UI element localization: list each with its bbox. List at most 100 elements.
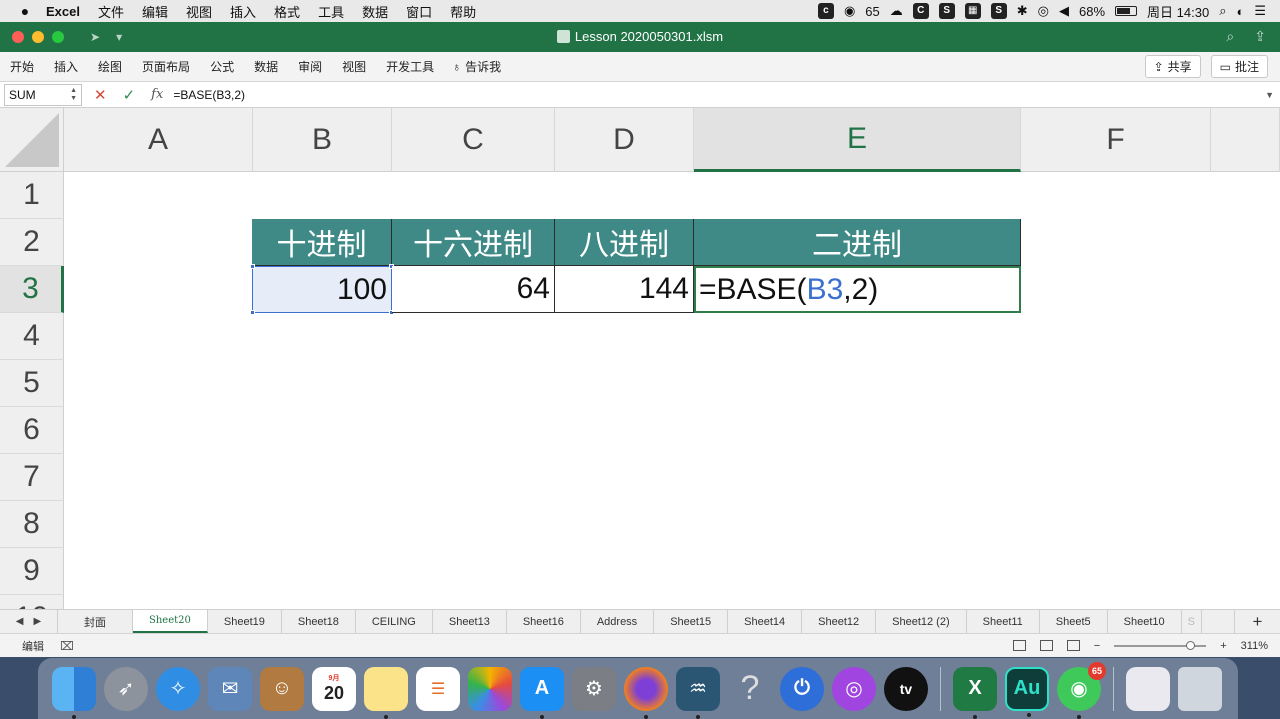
column-header-c[interactable]: C [392, 108, 555, 172]
column-header-e[interactable]: E [694, 108, 1021, 172]
select-all-corner[interactable] [0, 108, 64, 172]
sheet-tab-sheet14[interactable]: Sheet14 [728, 610, 803, 633]
tab-formulas[interactable]: 公式 [200, 58, 244, 75]
menubar-s-icon[interactable]: S [938, 3, 955, 19]
cell-b3[interactable]: 100 [252, 266, 392, 313]
column-header-a[interactable]: A [64, 108, 253, 172]
siri-icon[interactable]: ◐ [1236, 4, 1244, 19]
row-header-7[interactable]: 7 [0, 454, 64, 501]
insert-function-icon[interactable]: fx [151, 87, 163, 102]
confirm-formula-icon[interactable]: ✓ [123, 86, 136, 104]
sheet-tab-sheet12[interactable]: Sheet12 [802, 610, 877, 633]
menu-file[interactable]: 文件 [89, 2, 133, 21]
sheet-tab-truncated[interactable]: S [1182, 610, 1202, 633]
wifi-icon[interactable]: ◎ [1038, 3, 1049, 19]
tab-draw[interactable]: 绘图 [88, 58, 132, 75]
wechat-menubar-icon[interactable]: ◉ [844, 3, 855, 19]
zoom-in-button[interactable]: + [1220, 640, 1226, 652]
row-header-5[interactable]: 5 [0, 360, 64, 407]
time-app-icon[interactable]: ⏻ [780, 666, 824, 711]
spotlight-search-icon[interactable]: ⌕ [1219, 3, 1226, 19]
menu-edit[interactable]: 编辑 [133, 2, 177, 21]
sheet-tab-sheet15[interactable]: Sheet15 [654, 610, 729, 633]
search-icon[interactable]: ⌕ [1226, 28, 1234, 45]
tab-page-layout[interactable]: 页面布局 [132, 58, 200, 75]
macro-record-icon[interactable]: ⌧ [60, 639, 74, 653]
firefox-icon[interactable] [624, 666, 668, 719]
help-question-icon[interactable]: ? [728, 667, 772, 711]
normal-view-icon[interactable] [1012, 640, 1026, 651]
sheet-tab-sheet18[interactable]: Sheet18 [282, 610, 356, 633]
menubar-s2-icon[interactable]: S [990, 3, 1007, 19]
row-header-4[interactable]: 4 [0, 313, 64, 360]
tab-data[interactable]: 数据 [244, 58, 288, 75]
menubar-grid-icon[interactable]: ▦ [964, 3, 981, 19]
contacts-icon[interactable]: ☺ [260, 666, 304, 711]
zoom-slider-thumb[interactable] [1186, 640, 1196, 650]
finder-icon[interactable] [52, 666, 96, 719]
menu-format[interactable]: 格式 [265, 2, 309, 21]
comments-button[interactable]: ▭ 批注 [1210, 55, 1268, 78]
row-header-2[interactable]: 2 [0, 219, 64, 266]
trash-icon[interactable] [1178, 666, 1222, 711]
formula-bar-expand-icon[interactable]: ▼ [1265, 90, 1274, 100]
menubar-app-icon[interactable]: c [817, 3, 834, 19]
audition-dock-icon[interactable]: Au [1005, 666, 1049, 717]
previous-sheet-icon[interactable]: ◀ [16, 616, 24, 627]
column-header-g[interactable] [1211, 108, 1280, 172]
range-handle-top-left[interactable] [250, 264, 255, 269]
range-handle-bottom-left[interactable] [250, 310, 255, 315]
column-header-b[interactable]: B [253, 108, 392, 172]
battery-icon[interactable] [1115, 6, 1138, 16]
menu-data[interactable]: 数据 [353, 2, 397, 21]
menu-help[interactable]: 帮助 [441, 2, 485, 21]
menu-tools[interactable]: 工具 [309, 2, 353, 21]
header-cell-octal[interactable]: 八进制 [555, 219, 694, 266]
excel-dock-icon[interactable]: X [953, 666, 997, 719]
mysql-workbench-icon[interactable]: ♒ [676, 666, 720, 719]
launchpad-icon[interactable]: ➶ [104, 666, 148, 711]
menu-window[interactable]: 窗口 [397, 2, 441, 21]
zoom-level[interactable]: 311% [1241, 640, 1268, 652]
cell-c3[interactable]: 64 [392, 266, 555, 313]
header-cell-binary[interactable]: 二进制 [694, 219, 1021, 266]
share-profile-icon[interactable]: ⇪ [1254, 28, 1266, 45]
row-header-9[interactable]: 9 [0, 548, 64, 595]
bluetooth-icon[interactable]: ✱ [1017, 3, 1028, 19]
zoom-out-button[interactable]: − [1094, 640, 1100, 652]
sheet-tab-sheet16[interactable]: Sheet16 [507, 610, 581, 633]
menubar-c-icon[interactable]: C [912, 3, 929, 19]
page-layout-view-icon[interactable] [1039, 640, 1053, 651]
mail-stamp-icon[interactable]: ✉ [208, 666, 252, 711]
sheet-tab-sheet19[interactable]: Sheet19 [208, 610, 282, 633]
tab-insert[interactable]: 插入 [44, 58, 88, 75]
tab-view[interactable]: 视图 [332, 58, 376, 75]
sheet-tab-sheet20[interactable]: Sheet20 [133, 610, 208, 633]
formula-input[interactable]: =BASE(B3,2) [173, 88, 245, 102]
sheet-tab-sheet11[interactable]: Sheet11 [967, 610, 1040, 633]
safari-icon[interactable]: ✧ [156, 666, 200, 711]
zoom-slider[interactable] [1114, 640, 1207, 650]
notification-center-icon[interactable]: ☰ [1254, 3, 1266, 19]
row-header-1[interactable]: 1 [0, 172, 64, 219]
sheet-tab-address[interactable]: Address [581, 610, 655, 633]
header-cell-decimal[interactable]: 十进制 [252, 219, 392, 266]
sheet-tab-sheet13[interactable]: Sheet13 [433, 610, 507, 633]
downloads-stack-icon[interactable] [1126, 666, 1170, 711]
row-header-3[interactable]: 3 [0, 266, 64, 313]
menubar-clock[interactable]: 周日 14:30 [1147, 2, 1209, 21]
apple-menu-icon[interactable]: ● [10, 3, 40, 19]
menu-view[interactable]: 视图 [177, 2, 221, 21]
column-header-f[interactable]: F [1021, 108, 1211, 172]
sheet-tab-sheet10[interactable]: Sheet10 [1108, 610, 1182, 633]
reminders-icon[interactable]: ☰ [416, 666, 460, 711]
cell-d3[interactable]: 144 [555, 266, 694, 313]
tab-home[interactable]: 开始 [0, 58, 44, 75]
add-sheet-button[interactable]: + [1234, 610, 1280, 633]
row-header-6[interactable]: 6 [0, 407, 64, 454]
next-sheet-icon[interactable]: ▶ [34, 616, 42, 627]
tell-me-box[interactable]: ♁ 告诉我 [444, 58, 501, 75]
calendar-icon[interactable]: 9月 20 [312, 666, 356, 711]
apple-tv-icon[interactable]: tv [884, 666, 928, 711]
name-box[interactable]: SUM ▲ ▼ [4, 83, 82, 106]
